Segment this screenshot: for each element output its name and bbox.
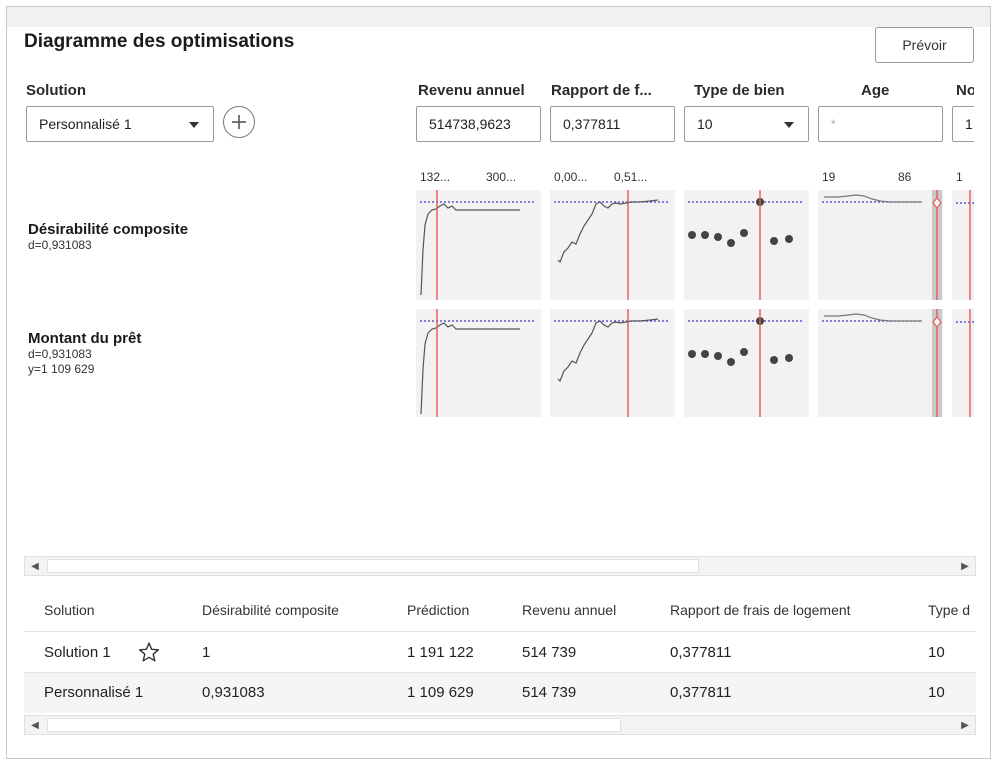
factor-header-no: No <box>956 82 974 99</box>
response-curve <box>420 190 536 300</box>
col-header-rapport[interactable]: Rapport de frais de logement <box>670 602 851 618</box>
factor-header-age: Age <box>861 82 890 99</box>
tick-age-high: 86 <box>898 170 912 184</box>
factor-input-age[interactable]: * <box>818 106 943 142</box>
row-title: Montant du prêt <box>28 330 142 347</box>
factor-input-revenu[interactable]: 514738,9623 <box>416 106 541 142</box>
tick-no-low: 1 <box>956 170 963 184</box>
panel-desirability-no[interactable] <box>952 190 974 300</box>
tick-rapport-low: 0,00... <box>554 170 588 184</box>
panel-loan-age[interactable] <box>818 309 943 417</box>
predict-button[interactable]: Prévoir <box>875 27 974 63</box>
plot-horizontal-scrollbar[interactable]: ◀ ▶ <box>24 556 976 576</box>
panel-desirability-type[interactable] <box>684 190 809 300</box>
chevron-down-icon <box>189 122 199 128</box>
row-d-value: d=0,931083 <box>28 238 92 252</box>
factor-input-rapport[interactable]: 0,377811 <box>550 106 675 142</box>
row-label-loan: Montant du prêt d=0,931083 y=1 109 629 <box>28 330 141 377</box>
col-header-solution[interactable]: Solution <box>44 602 95 618</box>
star-icon[interactable] <box>138 641 160 668</box>
col-header-type[interactable]: Type d <box>928 602 970 618</box>
scroll-thumb[interactable] <box>47 559 699 573</box>
scroll-right-icon[interactable]: ▶ <box>955 716 975 734</box>
solutions-table: Solution Désirabilité composite Prédicti… <box>24 589 976 721</box>
panel-loan-rapport[interactable] <box>550 309 675 417</box>
cell-prediction: 1 109 629 <box>407 684 474 701</box>
response-curve <box>956 190 974 300</box>
row-d-value: d=0,931083 <box>28 347 92 361</box>
factor-header-revenu: Revenu annuel <box>418 82 525 99</box>
tick-revenu-low: 132... <box>420 170 451 184</box>
table-horizontal-scrollbar[interactable]: ◀ ▶ <box>24 715 976 735</box>
table-row[interactable]: Personnalisé 1 0,931083 1 109 629 514 73… <box>24 673 976 713</box>
cell-desirability: 0,931083 <box>202 684 265 701</box>
tick-age-low: 19 <box>822 170 836 184</box>
panel-desirability-age[interactable] <box>818 190 943 300</box>
row-label-desirability: Désirabilité composite d=0,931083 <box>28 221 188 253</box>
tick-revenu-high: 300... <box>486 170 517 184</box>
scroll-left-icon[interactable]: ◀ <box>25 557 45 575</box>
tick-rapport-high: 0,51... <box>614 170 648 184</box>
title-bar-band <box>7 7 990 27</box>
factor-header-rapport: Rapport de f... <box>551 82 652 99</box>
row-title: Désirabilité composite <box>28 221 189 238</box>
panel-desirability-rapport[interactable] <box>550 190 675 300</box>
response-points <box>688 190 804 300</box>
cell-solution: Personnalisé 1 <box>44 684 144 701</box>
factor-input-no[interactable]: 1 <box>952 106 974 142</box>
panel-desirability-revenu[interactable] <box>416 190 541 300</box>
panel-loan-type[interactable] <box>684 309 809 417</box>
factor-columns: Revenu annuel Rapport de f... Type de bi… <box>416 77 974 417</box>
plus-circle-icon <box>232 115 246 129</box>
solution-label: Solution <box>26 82 86 99</box>
table-row[interactable]: Solution 1 1 1 191 122 514 739 0,377811 … <box>24 632 976 672</box>
response-curve <box>956 309 974 417</box>
page-title: Diagramme des optimisations <box>24 31 295 52</box>
optimization-plot-window: Diagramme des optimisations Prévoir Solu… <box>6 6 991 759</box>
cell-type: 10 <box>928 684 945 701</box>
scroll-left-icon[interactable]: ◀ <box>25 716 45 734</box>
scroll-right-icon[interactable]: ▶ <box>955 557 975 575</box>
response-curve <box>554 309 670 417</box>
cell-desirability: 1 <box>202 644 211 661</box>
scroll-thumb[interactable] <box>47 718 621 732</box>
cell-rapport: 0,377811 <box>670 684 732 701</box>
solution-select[interactable]: Personnalisé 1 <box>26 106 214 142</box>
add-solution-button[interactable] <box>223 106 255 138</box>
response-curve <box>554 190 670 300</box>
row-y-value: y=1 109 629 <box>28 362 95 376</box>
chevron-down-icon <box>784 122 794 128</box>
response-curve <box>420 309 536 417</box>
factor-select-type[interactable]: 10 <box>684 106 809 142</box>
cell-prediction: 1 191 122 <box>407 644 474 661</box>
cell-revenu: 514 739 <box>522 684 577 701</box>
col-header-revenu[interactable]: Revenu annuel <box>522 602 616 618</box>
response-curve <box>822 309 942 417</box>
panel-loan-no[interactable] <box>952 309 974 417</box>
response-points <box>688 309 804 417</box>
cell-solution: Solution 1 <box>44 644 111 661</box>
cell-revenu: 514 739 <box>522 644 577 661</box>
cell-type: 10 <box>928 644 945 661</box>
cell-rapport: 0,377811 <box>670 644 732 661</box>
col-header-prediction[interactable]: Prédiction <box>407 602 469 618</box>
factor-header-type: Type de bien <box>694 82 785 99</box>
response-curve <box>822 190 942 300</box>
col-header-desirability[interactable]: Désirabilité composite <box>202 602 339 618</box>
solution-select-value: Personnalisé 1 <box>39 116 132 132</box>
panel-loan-revenu[interactable] <box>416 309 541 417</box>
